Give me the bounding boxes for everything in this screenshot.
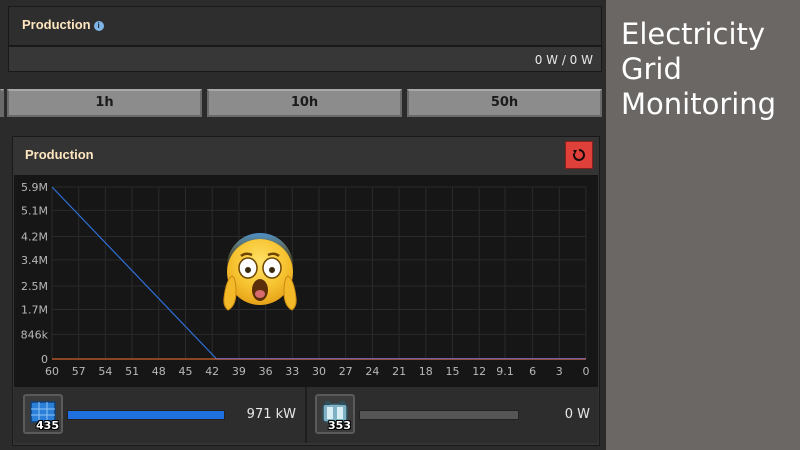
y-tick-label: 5.1M: [21, 204, 48, 217]
side-caption-line-1: Electricity: [621, 17, 766, 51]
y-tick-label: 846k: [21, 328, 49, 341]
reset-button[interactable]: [565, 141, 593, 169]
tab-1h[interactable]: 1h: [7, 89, 202, 117]
reset-icon: [573, 149, 585, 161]
info-icon[interactable]: i: [93, 21, 104, 31]
side-caption: Electricity Grid Monitoring: [621, 17, 796, 122]
tab-50h[interactable]: 50h: [407, 89, 602, 117]
x-tick-label: 60: [45, 365, 59, 378]
x-tick-label: 42: [205, 365, 219, 378]
solar-panel-value: 971 kW: [246, 407, 296, 422]
production-header-title: Production i: [22, 17, 104, 32]
production-header-label: Production: [22, 17, 91, 32]
x-tick-label: 36: [259, 365, 273, 378]
usage-bar: 0 W / 0 W: [8, 46, 602, 72]
x-tick-label: 51: [125, 365, 139, 378]
x-tick-label: 57: [72, 365, 86, 378]
accumulator-bar: [359, 410, 519, 420]
x-tick-label: 12: [472, 365, 486, 378]
x-tick-label: 54: [98, 365, 112, 378]
x-tick-label: 33: [285, 365, 299, 378]
x-tick-label: 48: [152, 365, 166, 378]
solar-panel-count: 435: [36, 419, 59, 432]
side-caption-line-2: Grid: [621, 52, 682, 86]
screaming-face-emoji: [223, 233, 297, 311]
game-window: Production i 0 W / 0 W 1h 10h 50h Product…: [0, 0, 606, 450]
x-tick-label: 9.1: [496, 365, 514, 378]
x-tick-label: 18: [419, 365, 433, 378]
graph-panel-title: Production: [25, 147, 94, 162]
entity-row: 435 971 kW 353 0 W: [14, 387, 598, 443]
solar-panel-bar: [67, 410, 225, 420]
row-divider: [305, 387, 307, 443]
x-tick-label: 30: [312, 365, 326, 378]
tab-previous[interactable]: [0, 89, 4, 117]
x-tick-label: 3: [556, 365, 563, 378]
production-header-panel: Production i: [8, 6, 602, 46]
y-tick-label: 3.4M: [21, 254, 48, 267]
solar-panel-slot[interactable]: 435: [23, 394, 63, 434]
y-tick-label: 2.5M: [21, 280, 48, 293]
y-tick-label: 1.7M: [21, 303, 48, 316]
x-tick-label: 24: [365, 365, 379, 378]
x-tick-label: 15: [446, 365, 460, 378]
tab-10h[interactable]: 10h: [207, 89, 402, 117]
x-tick-label: 21: [392, 365, 406, 378]
x-tick-label: 6: [529, 365, 536, 378]
x-tick-label: 0: [583, 365, 590, 378]
usage-text: 0 W / 0 W: [534, 53, 593, 67]
accumulator-slot[interactable]: 353: [315, 394, 355, 434]
production-chart-svg: 5.9M 5.1M 4.2M 3.4M 2.5M 1.7M 846k 0 60 57 54 51 48 4…: [21, 181, 590, 378]
y-tick-label: 4.2M: [21, 231, 48, 244]
accumulator-count: 353: [328, 419, 351, 432]
accumulator-value: 0 W: [564, 407, 590, 422]
side-caption-line-3: Monitoring: [621, 87, 777, 121]
y-tick-label: 5.9M: [21, 181, 48, 194]
solar-panel-bar-fill: [68, 411, 224, 419]
x-tick-label: 39: [232, 365, 246, 378]
production-chart: 5.9M 5.1M 4.2M 3.4M 2.5M 1.7M 846k 0 60 57 54 51 48 4…: [14, 175, 598, 387]
x-tick-label: 27: [339, 365, 353, 378]
x-tick-label: 45: [179, 365, 193, 378]
